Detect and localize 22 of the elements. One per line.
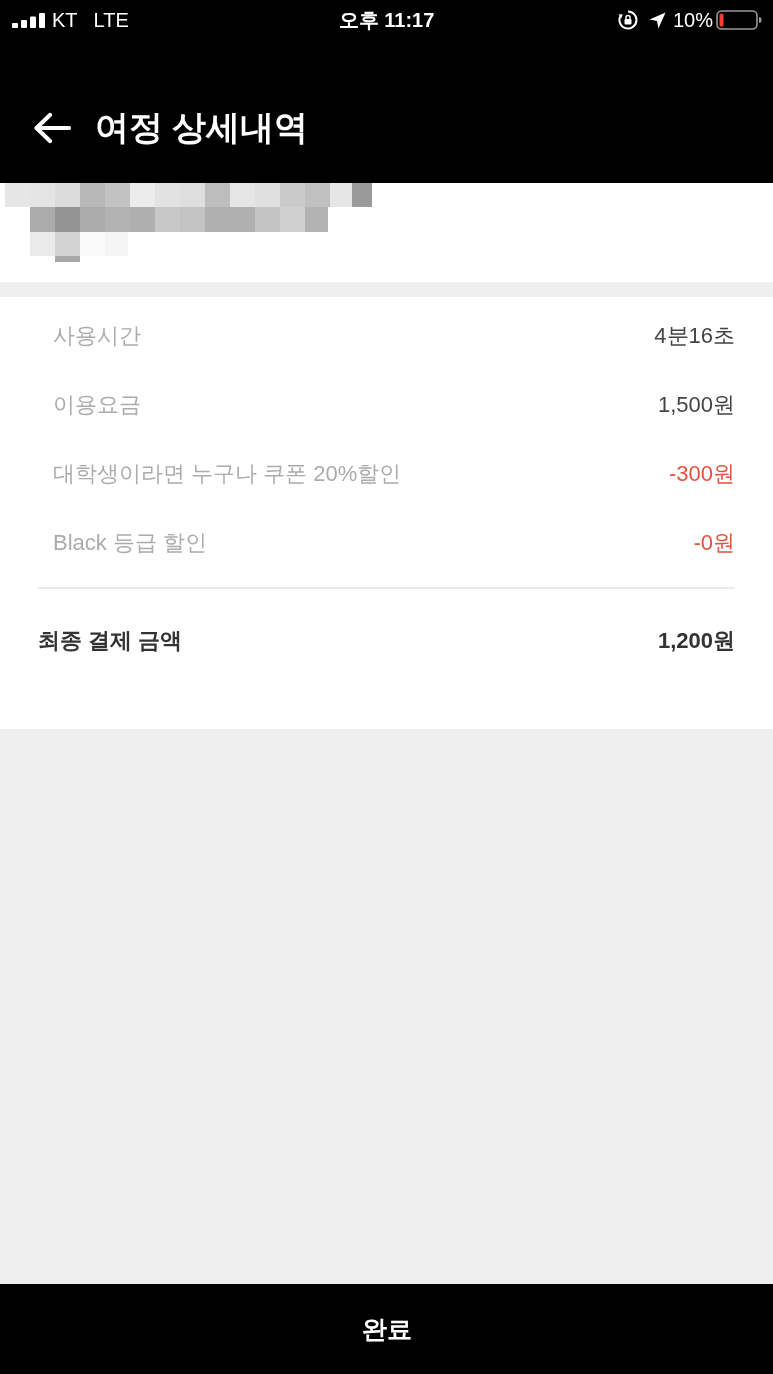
total-amount: 1,200원: [657, 627, 735, 655]
rotation-lock-icon: [617, 10, 638, 30]
page-title: 여정 상세내역: [95, 106, 309, 148]
fare-item-label: Black 등급 할인: [53, 528, 208, 557]
network-type: LTE: [93, 8, 129, 32]
battery-percent: 10%: [672, 8, 713, 32]
back-arrow-icon: [33, 111, 71, 144]
location-arrow-icon: [648, 11, 666, 29]
total-label: 최종 결제 금액: [38, 627, 183, 655]
fare-item-label: 대학생이라면 누구나 쿠폰 20%할인: [53, 459, 402, 488]
back-button[interactable]: [33, 111, 71, 144]
discount-amount: -0원: [693, 528, 735, 557]
carrier-name: KT: [52, 8, 78, 32]
fare-item-value: 4분16초: [654, 321, 735, 350]
signal-icon: [12, 12, 46, 28]
done-button[interactable]: 완료: [0, 1284, 773, 1374]
fare-item-value: 1,500원: [657, 390, 735, 419]
fare-item-label: 사용시간: [53, 321, 141, 350]
discount-amount: -300원: [668, 459, 735, 488]
clock-time: 오후 11:17: [338, 7, 435, 33]
battery-icon: [716, 10, 762, 30]
fare-item-label: 이용요금: [53, 390, 141, 419]
